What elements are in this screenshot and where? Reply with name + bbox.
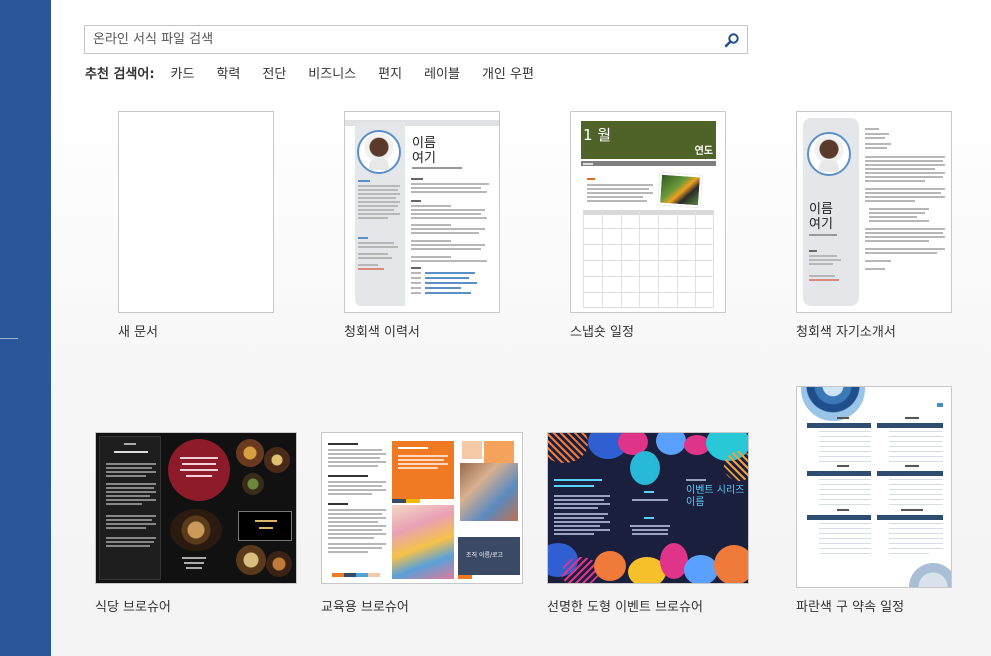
- suggested-searches-label: 추천 검색어:: [85, 66, 155, 82]
- cover-letter-name-text: 이름 여기: [809, 202, 833, 232]
- template-label: 청회색 이력서: [344, 325, 420, 340]
- suggested-keyword-business[interactable]: 비즈니스: [308, 63, 356, 82]
- template-label: 파란색 구 약속 일정: [796, 600, 905, 615]
- calendar-month-text: 1 월: [583, 126, 612, 144]
- profile-photo: [357, 130, 401, 174]
- template-tile-blue-gray-cover-letter[interactable]: 이름 여기 청회색 자기소개서: [796, 111, 952, 341]
- suggested-keyword-education[interactable]: 학력: [216, 63, 240, 82]
- template-tile-blue-sphere-appointment-calendar[interactable]: 파란색 구 약속 일정: [796, 386, 952, 616]
- template-thumbnail: [95, 432, 297, 584]
- template-tile-restaurant-brochure[interactable]: 식당 브로슈어: [95, 432, 297, 616]
- suggested-searches: 추천 검색어: 카드 학력 전단 비즈니스 편지 레이블 개인 우편: [85, 62, 556, 82]
- template-thumbnail: 이름 여기: [344, 111, 500, 313]
- suggested-keyword-flyer[interactable]: 전단: [262, 63, 286, 82]
- search-button[interactable]: [721, 29, 743, 51]
- template-label: 새 문서: [118, 325, 159, 340]
- template-label: 스냅숏 일정: [570, 325, 634, 340]
- template-search-input[interactable]: [85, 26, 715, 53]
- template-thumbnail: 이벤트 시리즈 이름: [547, 432, 749, 584]
- template-thumbnail: 이름 여기: [796, 111, 952, 313]
- sidebar-divider: [0, 338, 18, 339]
- template-search-box: [84, 25, 748, 54]
- event-series-name-text: 이벤트 시리즈 이름: [686, 485, 745, 508]
- org-name-logo-text: 조직 이름/로고: [466, 552, 504, 559]
- template-label: 선명한 도형 이벤트 브로슈어: [547, 600, 703, 615]
- template-tile-education-brochure[interactable]: 조직 이름/로고 교육용 브로슈어: [321, 432, 523, 616]
- suggested-keyword-letter[interactable]: 편지: [378, 63, 402, 82]
- template-thumbnail: 조직 이름/로고: [321, 432, 523, 584]
- template-label: 교육용 브로슈어: [321, 600, 409, 615]
- resume-name-text: 이름 여기: [412, 136, 436, 166]
- suggested-keyword-card[interactable]: 카드: [171, 63, 195, 82]
- template-thumbnail: [118, 111, 274, 313]
- suggested-keyword-personal-mail[interactable]: 개인 우편: [482, 63, 534, 82]
- template-tile-blue-gray-resume[interactable]: 이름 여기 청회색 이력서: [344, 111, 500, 341]
- template-label: 청회색 자기소개서: [796, 325, 896, 340]
- calendar-photo: [657, 172, 703, 208]
- search-icon: [724, 33, 739, 48]
- template-thumbnail: [796, 386, 952, 588]
- new-document-pane: 추천 검색어: 카드 학력 전단 비즈니스 편지 레이블 개인 우편 새 문서 …: [51, 0, 991, 656]
- template-tile-snapshot-calendar[interactable]: 1 월 연도 스냅숏 일정: [570, 111, 726, 341]
- template-tile-vivid-shapes-event-brochure[interactable]: 이벤트 시리즈 이름 선명한 도형 이벤트 브로슈어: [547, 432, 749, 616]
- template-tile-blank-document[interactable]: 새 문서: [118, 111, 274, 341]
- backstage-sidebar: [0, 0, 51, 656]
- suggested-keyword-label[interactable]: 레이블: [424, 63, 460, 82]
- template-thumbnail: 1 월 연도: [570, 111, 726, 313]
- template-label: 식당 브로슈어: [95, 600, 171, 615]
- calendar-year-text: 연도: [694, 146, 713, 157]
